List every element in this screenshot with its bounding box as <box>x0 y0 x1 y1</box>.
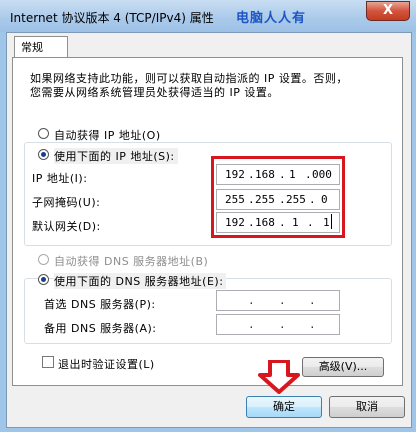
auto-dns-label: 自动获得 DNS 服务器地址(B) <box>54 255 209 268</box>
auto-ip-radio[interactable] <box>38 128 49 139</box>
cancel-button[interactable]: 取消 <box>329 396 405 418</box>
preferred-dns-label: 首选 DNS 服务器(P): <box>44 298 156 311</box>
validate-checkbox[interactable] <box>42 356 54 368</box>
manual-dns-radio[interactable] <box>38 274 49 285</box>
alternate-dns-label: 备用 DNS 服务器(A): <box>44 322 157 335</box>
tab-general[interactable]: 常规 <box>14 36 68 58</box>
title-bar[interactable]: Internet 协议版本 4 (TCP/IPv4) 属性 电脑人人有 X <box>0 0 416 32</box>
ok-button[interactable]: 确定 <box>246 396 322 418</box>
arrow-down-icon <box>258 360 300 394</box>
auto-dns-radio[interactable] <box>38 254 49 265</box>
highlight-box <box>211 156 345 238</box>
manual-dns-label: 使用下面的 DNS 服务器地址(E): <box>54 273 227 289</box>
window-title: Internet 协议版本 4 (TCP/IPv4) 属性 <box>10 11 214 25</box>
alternate-dns-input[interactable]: ... <box>216 314 340 335</box>
preferred-dns-input[interactable]: ... <box>216 290 340 311</box>
default-gateway-label: 默认网关(D): <box>32 220 101 233</box>
ip-address-label: IP 地址(I): <box>32 172 88 185</box>
watermark-text: 电脑人人有 <box>236 11 307 26</box>
manual-ip-radio[interactable] <box>38 149 49 160</box>
validate-label: 退出时验证设置(L) <box>58 358 155 371</box>
manual-ip-label: 使用下面的 IP 地址(S): <box>54 148 178 164</box>
auto-ip-label: 自动获得 IP 地址(O) <box>54 129 161 142</box>
close-icon: X <box>382 3 394 18</box>
description-line-2: 您需要从网络系统管理员处获得适当的 IP 设置。 <box>30 86 279 99</box>
subnet-mask-label: 子网掩码(U): <box>32 196 101 209</box>
close-button[interactable]: X <box>366 1 410 21</box>
advanced-button[interactable]: 高级(V)... <box>302 357 384 377</box>
